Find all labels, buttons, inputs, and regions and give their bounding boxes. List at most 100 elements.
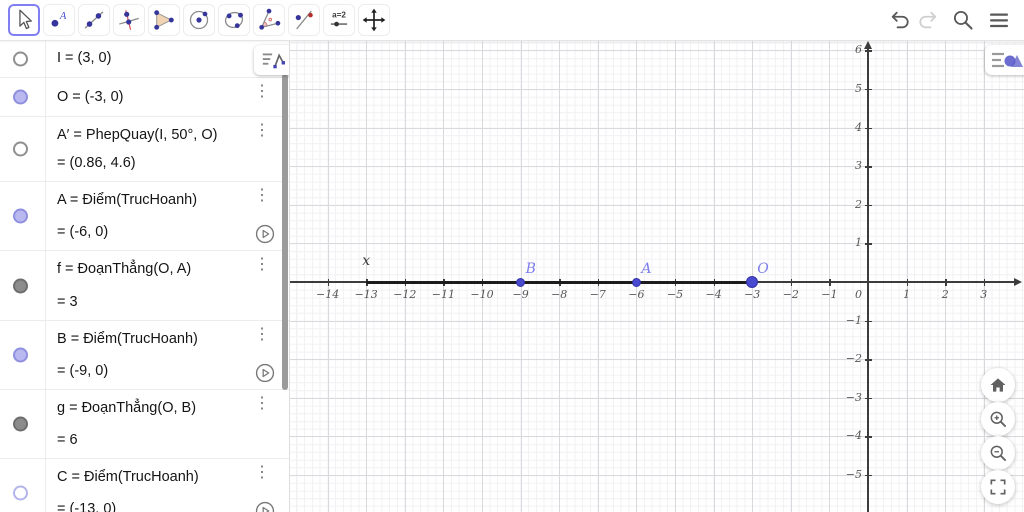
y-tick <box>864 243 872 245</box>
home-icon <box>990 378 1006 392</box>
row-menu-button[interactable]: ⋮ <box>251 257 273 273</box>
point-tool-icon: A <box>51 11 67 27</box>
zoom-out-button[interactable] <box>981 436 1015 470</box>
algebra-rows: I = (3, 0) O = (-3, 0) ⋮ A′ = PhepQuay(I, 5… <box>0 40 289 512</box>
toolbar: Aa=2 <box>0 0 1024 41</box>
animate-button[interactable] <box>254 362 276 384</box>
sidebar-scrollbar-thumb[interactable] <box>282 74 288 390</box>
slider-tool-button[interactable]: a=2 <box>323 4 355 36</box>
gridline-horizontal <box>290 436 1024 438</box>
object-value: = 3 <box>57 294 78 310</box>
gridline-vertical <box>520 40 522 512</box>
gridline-horizontal <box>290 166 1024 168</box>
row-menu-button[interactable]: ⋮ <box>251 188 273 204</box>
segment-OC[interactable] <box>366 280 753 284</box>
algebra-row-O[interactable]: O = (-3, 0) ⋮ <box>0 78 289 117</box>
gridline-vertical <box>675 40 676 512</box>
play-icon <box>255 363 275 383</box>
algebra-row-B[interactable]: B = Điểm(TrucHoanh) = (-9, 0) ⋮ <box>0 321 289 390</box>
home-button[interactable] <box>981 368 1015 402</box>
algebra-row-A[interactable]: A = Điểm(TrucHoanh) = (-6, 0) ⋮ <box>0 182 289 251</box>
row-menu-button[interactable]: ⋮ <box>251 327 273 343</box>
menu-button[interactable] <box>984 5 1014 35</box>
gridline-vertical <box>327 40 329 512</box>
algebra-row-I[interactable]: I = (3, 0) <box>0 40 289 78</box>
perpendicular-line-tool-button[interactable] <box>113 4 145 36</box>
line-tool-icon <box>84 11 104 29</box>
x-tick-label: −8 <box>551 288 568 301</box>
x-tick-label: −7 <box>589 288 606 301</box>
graphics-view[interactable]: −14 −13 −12 −11 −10 −9 −8 −7 −6 −5 −4 −3 −2 −1 0 1 2 3 6 5 4… <box>290 40 1024 512</box>
angle-tool-button[interactable] <box>253 4 285 36</box>
visibility-toggle[interactable] <box>13 51 28 66</box>
x-tick-label: −9 <box>512 288 529 301</box>
algebra-style-button[interactable] <box>254 45 289 75</box>
visibility-toggle[interactable] <box>13 416 28 432</box>
gridline-vertical <box>443 40 445 512</box>
fullscreen-icon <box>990 479 1006 495</box>
row-menu-button[interactable]: ⋮ <box>251 465 273 481</box>
object-value: = (-13, 0) <box>57 501 117 512</box>
point-label-B: B <box>525 261 536 277</box>
row-menu-button[interactable]: ⋮ <box>251 396 273 412</box>
move-tool-icon <box>19 9 32 30</box>
play-icon <box>255 501 275 512</box>
x-tick <box>983 278 986 286</box>
object-definition: A = Điểm(TrucHoanh) <box>57 192 198 208</box>
visibility-toggle[interactable] <box>13 141 28 157</box>
algebra-row-C[interactable]: C = Điểm(TrucHoanh) = (-13, 0) ⋮ <box>0 459 289 512</box>
undo-button[interactable] <box>885 5 915 35</box>
visibility-toggle[interactable] <box>13 278 28 293</box>
gridline-horizontal <box>290 243 1024 245</box>
fullscreen-button[interactable] <box>981 470 1015 504</box>
y-tick <box>864 50 872 52</box>
x-tick-label: −1 <box>821 288 838 301</box>
svg-text:a=2: a=2 <box>332 11 346 20</box>
y-tick-label: −3 <box>845 390 862 404</box>
row-menu-button[interactable]: ⋮ <box>251 84 273 100</box>
animate-button[interactable] <box>254 500 276 512</box>
circle-with-center-tool-icon <box>189 10 209 30</box>
perpendicular-line-tool-icon <box>119 10 139 30</box>
conic-tool-button[interactable] <box>218 4 250 36</box>
point-tool-button[interactable]: A <box>43 4 75 36</box>
object-definition: B = Điểm(TrucHoanh) <box>57 331 198 347</box>
algebra-row-A-prime[interactable]: A′ = PhepQuay(I, 50°, O) = (0.86, 4.6) ⋮ <box>0 117 289 182</box>
reflect-tool-button[interactable] <box>288 4 320 36</box>
y-tick <box>864 397 872 400</box>
point-A[interactable] <box>631 277 641 287</box>
gridline-vertical <box>636 40 638 512</box>
point-label-O: O <box>757 261 769 277</box>
visibility-toggle[interactable] <box>13 347 28 363</box>
gridline-horizontal <box>290 89 1024 90</box>
search-button[interactable] <box>948 5 978 35</box>
object-definition: g = ĐoạnThẳng(O, B) <box>57 400 197 416</box>
animate-button[interactable] <box>254 223 276 245</box>
row-menu-button[interactable]: ⋮ <box>251 123 273 139</box>
play-icon <box>255 224 275 244</box>
circle-with-center-tool-button[interactable] <box>183 4 215 36</box>
object-definition: O = (-3, 0) <box>57 88 124 105</box>
visibility-toggle[interactable] <box>13 89 28 105</box>
point-B[interactable] <box>516 277 526 287</box>
visibility-toggle[interactable] <box>13 485 28 501</box>
move-tool-button[interactable] <box>8 4 40 36</box>
algebra-row-f[interactable]: f = ĐoạnThẳng(O, A) = 3 ⋮ <box>0 251 289 321</box>
x-tick-label: −11 <box>431 288 455 301</box>
y-axis <box>867 48 869 512</box>
y-tick <box>864 475 872 477</box>
algebra-row-g[interactable]: g = ĐoạnThẳng(O, B) = 6 ⋮ <box>0 390 289 459</box>
graphics-style-button[interactable] <box>985 45 1024 75</box>
object-value: = (-6, 0) <box>57 224 109 240</box>
reflect-tool-icon <box>295 10 313 30</box>
x-tick <box>945 278 947 286</box>
move-graphics-tool-button[interactable] <box>358 4 390 36</box>
polygon-tool-button[interactable] <box>148 4 180 36</box>
visibility-toggle[interactable] <box>13 208 28 224</box>
gridline-horizontal <box>290 50 1024 52</box>
x-tick-label: 2 <box>941 288 949 301</box>
y-axis-arrow <box>864 41 872 49</box>
line-tool-button[interactable] <box>78 4 110 36</box>
y-tick <box>864 359 872 361</box>
zoom-in-button[interactable] <box>981 402 1015 436</box>
